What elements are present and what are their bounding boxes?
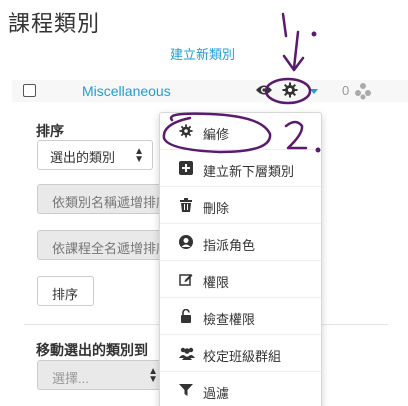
category-row: Miscellaneous 0 [12,80,408,102]
sort-button[interactable]: 排序 [37,276,94,306]
sort-scope-select[interactable]: 選出的類別 ▲ ▼ [37,140,153,170]
caret-down-icon[interactable] [310,89,318,94]
sort-by-name-button[interactable]: 依類別名稱遞增排序 [37,184,167,214]
menu-item-label: 權限 [203,275,230,290]
eye-icon[interactable] [255,83,273,97]
menu-item-label: 校定班級群組 [203,349,282,364]
menu-item-delete[interactable]: 刪除 [160,187,321,224]
menu-item-edit[interactable]: 編修 [160,113,321,150]
category-action-menu: 編修 建立新下層類別 刪除 指派角色 權限 檢查權限 校定班級群組 過濾 [159,112,322,406]
sort-by-fullname-button[interactable]: 依課程全名遞增排序 [37,230,167,260]
sort-heading: 排序 [36,123,64,139]
category-name-link[interactable]: Miscellaneous [82,83,171,99]
unlock-icon [181,309,191,323]
select-arrows-icon: ▲ ▼ [148,366,158,385]
filter-icon [179,384,193,396]
trash-icon [180,198,192,212]
menu-item-add-subcategory[interactable]: 建立新下層類別 [160,150,321,187]
move-target-placeholder: 選擇... [52,371,89,386]
menu-item-label: 過濾 [203,386,230,401]
annotation-mark-one [281,12,288,38]
plus-square-icon [179,161,193,175]
select-arrows-icon: ▲ ▼ [134,146,144,165]
menu-item-check-permissions[interactable]: 檢查權限 [160,298,321,335]
add-category-link[interactable]: 建立新類別 [170,44,235,63]
user-icon [179,235,193,249]
menu-item-permissions[interactable]: 權限 [160,261,321,298]
cohort-icon[interactable] [354,82,372,100]
menu-item-label: 刪除 [203,201,230,216]
gear-icon[interactable] [282,82,298,98]
menu-item-label: 編修 [203,127,230,142]
category-checkbox[interactable] [23,84,36,97]
menu-item-cohorts[interactable]: 校定班級群組 [160,335,321,372]
menu-item-label: 指派角色 [203,238,256,253]
users-icon [179,347,195,360]
course-count: 0 [342,83,350,98]
menu-item-label: 檢查權限 [203,312,256,327]
move-target-select[interactable]: 選擇... ▲ ▼ [37,360,163,390]
menu-item-assign-roles[interactable]: 指派角色 [160,224,321,261]
menu-item-label: 建立新下層類別 [203,164,295,179]
move-heading: 移動選出的類別到 [36,342,148,358]
menu-item-filters[interactable]: 過濾 [160,372,321,406]
edit-icon [179,274,193,286]
sort-scope-value: 選出的類別 [50,150,116,165]
gear-icon [179,124,193,138]
annotation-arrow [282,30,305,72]
page-title: 課程類別 [8,11,101,36]
